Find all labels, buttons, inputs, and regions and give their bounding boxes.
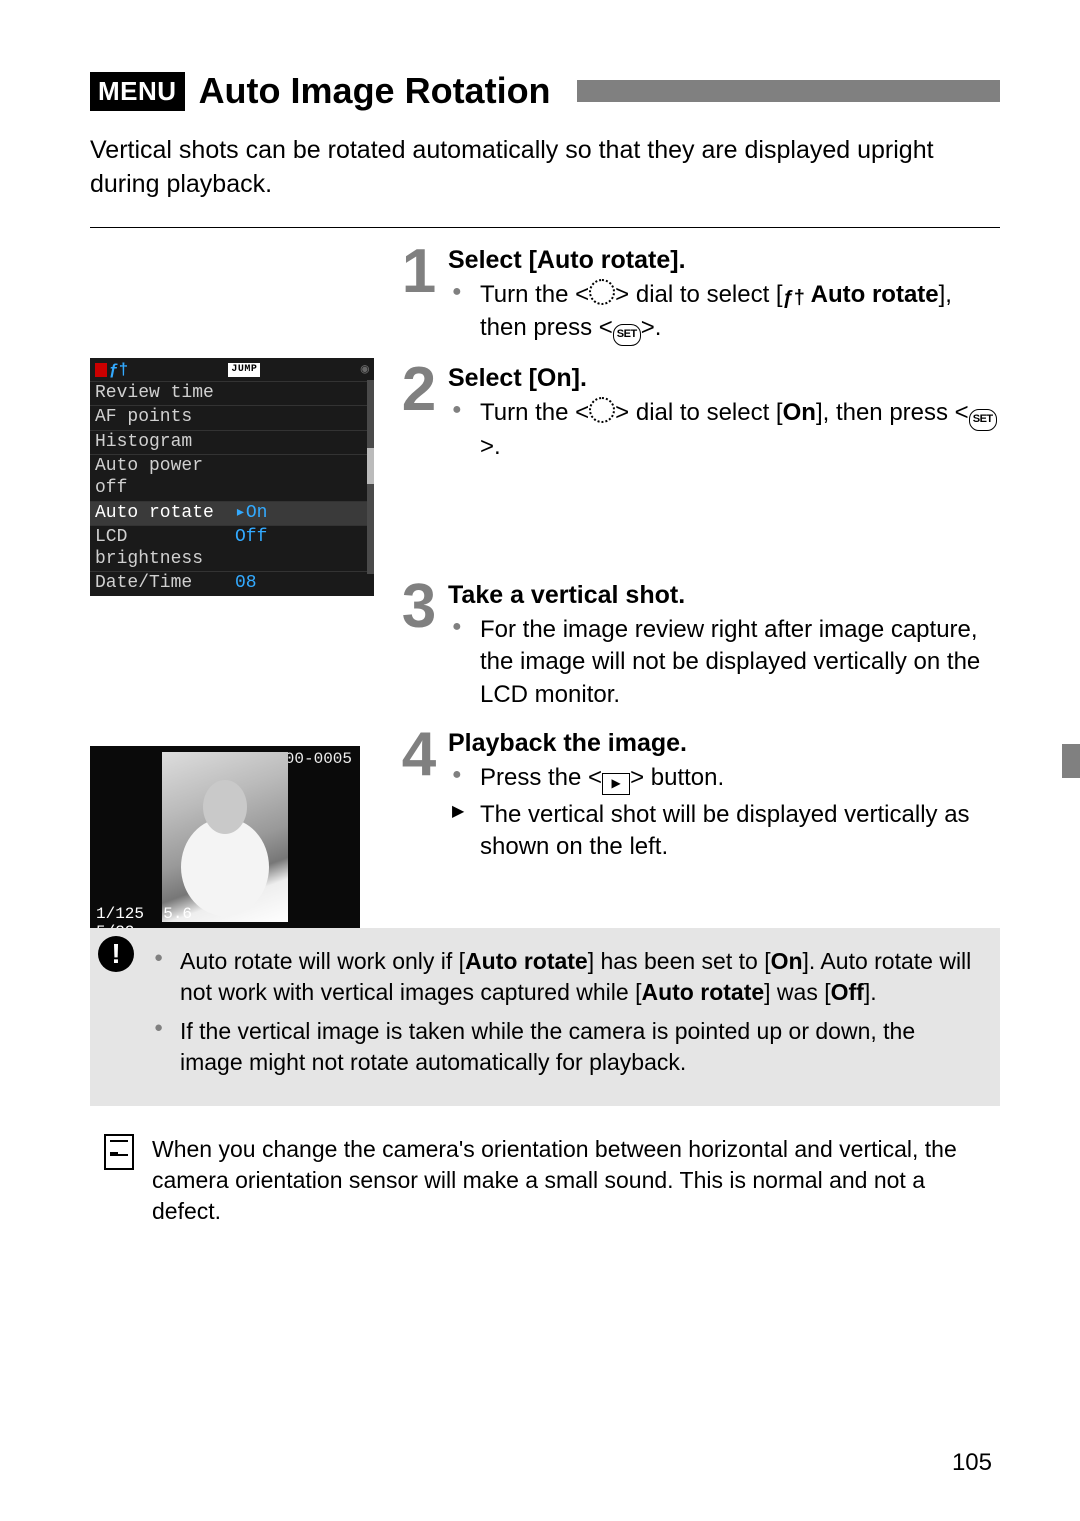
step-title: Take a vertical shot. — [448, 581, 1000, 610]
chapter-tab — [1062, 744, 1080, 778]
menu-item: Date/Time — [95, 573, 235, 595]
step-title: Select [Auto rotate]. — [448, 246, 1000, 275]
manual-page: MENU Auto Image Rotation Vertical shots … — [0, 0, 1080, 1521]
step-title: Select [On]. — [448, 364, 1000, 393]
aperture: 5.6 — [163, 905, 192, 923]
shutter-speed: 1/125 — [96, 905, 144, 923]
steps-area: ƒ† JUMP ◉ Review time AF points Histogra… — [90, 246, 1000, 868]
warning-icon: ! — [98, 936, 134, 972]
lcd-playback-screen: 100-0005 1/125 5.6 5/32 — [90, 746, 360, 946]
warning-box: ! Auto rotate will work only if [Auto ro… — [90, 928, 1000, 1106]
camera-icon: ◉ — [361, 362, 369, 379]
menu-value: 08 — [235, 573, 257, 595]
page-heading: MENU Auto Image Rotation — [90, 70, 1000, 112]
lcd-setup-menu: ƒ† JUMP ◉ Review time AF points Histogra… — [90, 358, 374, 597]
menu-item: AF points — [95, 407, 235, 429]
set-button-icon: SET — [613, 324, 641, 346]
menu-item-selected: Auto rotate — [95, 503, 235, 525]
step-4: 4 Playback the image. Press the <▶> butt… — [390, 729, 1000, 868]
step-title: Playback the image. — [448, 729, 1000, 758]
dial-icon — [589, 279, 615, 305]
menu-item: Review time — [95, 383, 235, 405]
vertical-photo — [162, 752, 288, 922]
intro-text: Vertical shots can be rotated automatica… — [90, 134, 1000, 202]
step-bullet: Turn the <> dial to select [ƒ† Auto rota… — [448, 279, 1000, 346]
jump-badge: JUMP — [228, 363, 260, 377]
step-number: 1 — [390, 246, 448, 350]
menu-value: ▸On — [235, 503, 267, 525]
tools-tab-icon: ƒ† — [109, 361, 128, 380]
step-result: The vertical shot will be displayed vert… — [448, 799, 1000, 864]
heading-bar — [577, 80, 1000, 102]
camera-tab-icon — [95, 363, 107, 377]
note-box: When you change the camera's orientation… — [90, 1120, 1000, 1237]
heading-title: Auto Image Rotation — [199, 70, 551, 112]
step-bullet: Turn the <> dial to select [On], then pr… — [448, 397, 1000, 463]
step-2: 2 Select [On]. Turn the <> dial to selec… — [390, 364, 1000, 467]
step-number: 4 — [390, 729, 448, 868]
note-icon — [104, 1134, 134, 1170]
menu-item: LCD brightness — [95, 527, 235, 570]
playback-button-icon: ▶ — [602, 773, 630, 795]
note-text: When you change the camera's orientation… — [152, 1134, 980, 1227]
lcd-scroll-thumb — [367, 448, 374, 484]
step-3: 3 Take a vertical shot. For the image re… — [390, 581, 1000, 715]
warning-item: If the vertical image is taken while the… — [152, 1016, 980, 1078]
step-1: 1 Select [Auto rotate]. Turn the <> dial… — [390, 246, 1000, 350]
menu-item: Histogram — [95, 432, 235, 454]
step-bullet: Press the <▶> button. — [448, 762, 1000, 795]
setup-tools-icon: ƒ† — [783, 285, 805, 312]
menu-value: Off — [235, 527, 267, 570]
dial-icon — [589, 397, 615, 423]
step-bullet: For the image review right after image c… — [448, 614, 1000, 711]
menu-badge: MENU — [90, 72, 185, 111]
page-number: 105 — [952, 1449, 992, 1477]
set-button-icon: SET — [969, 409, 997, 431]
menu-item: Auto power off — [95, 456, 235, 499]
divider — [90, 227, 1000, 228]
step-number: 2 — [390, 364, 448, 467]
warning-item: Auto rotate will work only if [Auto rota… — [152, 946, 980, 1008]
step-number: 3 — [390, 581, 448, 715]
